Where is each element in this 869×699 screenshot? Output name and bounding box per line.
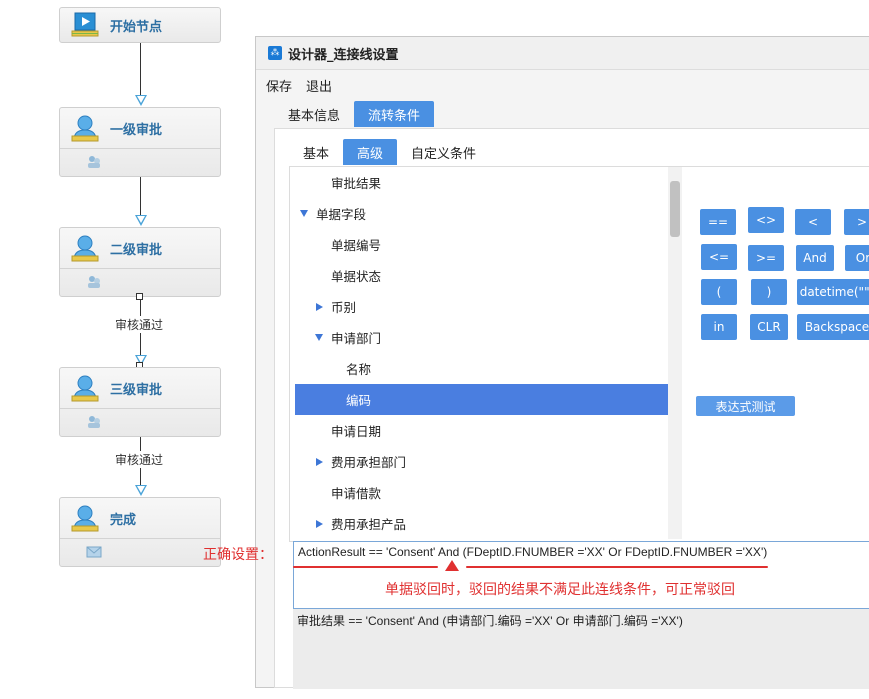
tab-custom-condition[interactable]: 自定义条件 bbox=[397, 139, 490, 165]
op-less-button[interactable]: < bbox=[795, 209, 831, 235]
warning-icon bbox=[445, 560, 459, 571]
arrow-down-icon bbox=[135, 485, 147, 496]
collapsed-icon[interactable] bbox=[316, 457, 323, 466]
op-greater-button[interactable]: > bbox=[844, 209, 869, 235]
main-tabs: 基本信息 流转条件 bbox=[274, 101, 435, 127]
tree-scrollbar[interactable] bbox=[668, 167, 682, 539]
tree-item[interactable]: 单据状态 bbox=[295, 260, 668, 291]
op-not-equal-button[interactable]: <> bbox=[748, 207, 784, 233]
op-close-paren-button[interactable]: ) bbox=[751, 279, 787, 305]
user-icon bbox=[70, 503, 100, 533]
tree-item-label: 费用承担部门 bbox=[331, 455, 407, 470]
user-icon bbox=[70, 113, 100, 143]
tab-flow-condition[interactable]: 流转条件 bbox=[354, 101, 435, 127]
op-less-equal-button[interactable]: <= bbox=[701, 244, 737, 270]
op-backspace-button[interactable]: Backspace bbox=[797, 314, 869, 340]
arrow-down-icon bbox=[135, 215, 147, 226]
play-icon bbox=[70, 10, 100, 40]
flow-node-approval-3[interactable]: 三级审批 bbox=[59, 367, 221, 437]
flow-node-title: 一级审批 bbox=[110, 122, 163, 138]
menu-save[interactable]: 保存 bbox=[266, 76, 292, 95]
tab-basic-info[interactable]: 基本信息 bbox=[274, 101, 354, 127]
tree-item-label: 单据字段 bbox=[316, 207, 367, 222]
field-tree: 审批结果 单据字段 单据编号 单据状态 币别 申请部门 名称 编码 申请日期 费… bbox=[295, 167, 668, 539]
tree-item-label: 费用承担产品 bbox=[331, 517, 407, 532]
edge-label[interactable]: 审核通过 bbox=[115, 451, 164, 468]
tree-item[interactable]: 费用承担产品 bbox=[295, 508, 668, 539]
op-datetime-button[interactable]: datetime("") bbox=[797, 279, 869, 305]
tree-item-label: 编码 bbox=[346, 393, 372, 408]
tree-item[interactable]: 名称 bbox=[295, 353, 668, 384]
expanded-icon[interactable] bbox=[315, 334, 323, 341]
arrow-down-icon bbox=[135, 95, 147, 106]
user-icon bbox=[70, 233, 100, 263]
tree-item-label: 单据状态 bbox=[331, 269, 382, 284]
op-open-paren-button[interactable]: ( bbox=[701, 279, 737, 305]
annotation-underline bbox=[293, 566, 438, 568]
tree-item[interactable]: 单据字段 bbox=[295, 198, 668, 229]
app-logo-icon: ⁂ bbox=[268, 46, 282, 60]
edge-label[interactable]: 审核通过 bbox=[115, 316, 164, 333]
tab-advanced[interactable]: 高级 bbox=[343, 139, 398, 165]
collapsed-icon[interactable] bbox=[316, 302, 323, 311]
tree-item[interactable]: 单据编号 bbox=[295, 229, 668, 260]
connector-handle[interactable] bbox=[136, 293, 143, 300]
tree-item-label: 申请日期 bbox=[331, 424, 382, 439]
tree-item-label: 币别 bbox=[331, 300, 357, 315]
flow-connector[interactable] bbox=[140, 43, 141, 95]
scrollbar-thumb[interactable] bbox=[670, 181, 680, 237]
tree-item-label: 审批结果 bbox=[331, 176, 382, 191]
users-icon bbox=[86, 415, 102, 432]
tree-item[interactable]: 申请日期 bbox=[295, 415, 668, 446]
expanded-icon[interactable] bbox=[300, 210, 308, 217]
flow-connector[interactable] bbox=[140, 177, 141, 215]
annotation-note: 单据驳回时，驳回的结果不满足此连线条件，可正常驳回 bbox=[385, 582, 735, 598]
tree-item-label: 申请借款 bbox=[331, 486, 382, 501]
tree-item[interactable]: 币别 bbox=[295, 291, 668, 322]
op-equal-button[interactable]: == bbox=[700, 209, 736, 235]
flow-node-title: 二级审批 bbox=[110, 242, 163, 258]
annotation-underline bbox=[466, 566, 768, 568]
collapsed-icon[interactable] bbox=[316, 519, 323, 528]
op-and-button[interactable]: And bbox=[796, 245, 834, 271]
dialog-titlebar[interactable]: ⁂ 设计器_连接线设置 bbox=[256, 37, 869, 70]
user-icon bbox=[70, 373, 100, 403]
dialog-title: 设计器_连接线设置 bbox=[288, 47, 399, 63]
flow-node-approval-1[interactable]: 一级审批 bbox=[59, 107, 221, 177]
expression-test-button[interactable]: 表达式测试 bbox=[696, 396, 795, 416]
op-greater-equal-button[interactable]: >= bbox=[748, 245, 784, 271]
tree-item[interactable]: 费用承担部门 bbox=[295, 446, 668, 477]
tree-item[interactable]: 申请借款 bbox=[295, 477, 668, 508]
annotation-label: 正确设置： bbox=[203, 547, 273, 563]
condition-subtabs: 基本 高级 自定义条件 bbox=[289, 139, 490, 165]
tree-item-label: 名称 bbox=[346, 362, 372, 377]
advanced-panel: 审批结果 单据字段 单据编号 单据状态 币别 申请部门 名称 编码 申请日期 费… bbox=[289, 166, 869, 542]
users-icon bbox=[86, 275, 102, 292]
flow-node-title: 开始节点 bbox=[110, 19, 163, 35]
op-in-button[interactable]: in bbox=[701, 314, 737, 340]
tree-item-selected[interactable]: 编码 bbox=[295, 384, 668, 415]
flow-node-title: 三级审批 bbox=[110, 382, 163, 398]
tab-basic[interactable]: 基本 bbox=[289, 139, 343, 165]
flow-node-end[interactable]: 完成 bbox=[59, 497, 221, 567]
mail-icon bbox=[86, 546, 102, 561]
menu-exit[interactable]: 退出 bbox=[306, 76, 332, 95]
tree-item-label: 单据编号 bbox=[331, 238, 382, 253]
users-icon bbox=[86, 155, 102, 172]
tree-item-label: 申请部门 bbox=[331, 331, 382, 346]
expression-preview: 审批结果 == 'Consent' And (申请部门.编码 ='XX' Or … bbox=[293, 609, 869, 689]
flow-node-approval-2[interactable]: 二级审批 bbox=[59, 227, 221, 297]
menubar: 保存 退出 bbox=[256, 70, 869, 100]
tree-item[interactable]: 申请部门 bbox=[295, 322, 668, 353]
flow-node-start[interactable]: 开始节点 bbox=[59, 7, 221, 43]
tree-item[interactable]: 审批结果 bbox=[295, 167, 668, 198]
op-clear-button[interactable]: CLR bbox=[750, 314, 788, 340]
flow-node-title: 完成 bbox=[110, 512, 137, 528]
op-or-button[interactable]: Or bbox=[845, 245, 869, 271]
